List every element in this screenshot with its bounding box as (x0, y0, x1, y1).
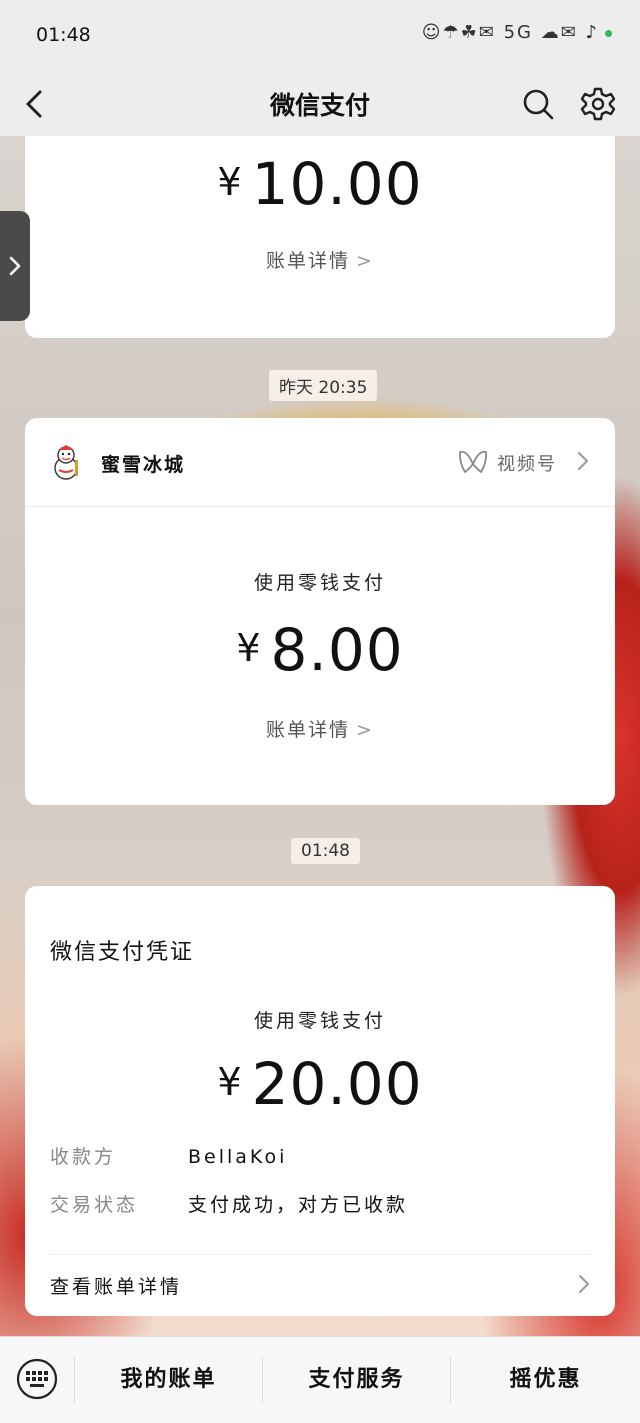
amount-display: ¥8.00 (25, 616, 615, 684)
view-bill-detail-link[interactable]: 查看账单详情 (50, 1272, 182, 1299)
bill-detail-label: 账单详情 (266, 250, 351, 272)
chevron-right-icon: > (356, 250, 374, 272)
payment-card-8[interactable]: 蜜雪冰城 视频号 使用零钱支付 ¥8.00 账单详情 > (25, 418, 615, 805)
chevron-right-icon (9, 256, 21, 276)
nav-bar: 微信支付 (0, 72, 640, 136)
amount-value: 8.00 (270, 616, 404, 684)
payee-row: 收款方 BellaKoi (50, 1142, 287, 1169)
tab-payment-services[interactable]: 支付服务 (263, 1337, 450, 1423)
currency-symbol: ¥ (236, 626, 261, 670)
status-label: 交易状态 (50, 1194, 139, 1216)
chevron-right-icon (579, 1275, 589, 1293)
status-row: 交易状态 支付成功，对方已收款 (50, 1190, 408, 1217)
bill-detail-label: 账单详情 (266, 719, 351, 741)
payee-label: 收款方 (50, 1146, 117, 1168)
notification-dot-icon (605, 29, 612, 37)
payee-value: BellaKoi (188, 1146, 288, 1168)
status-icons: ☺☂☘✉ 5G ☁✉ ♪ (422, 22, 612, 43)
bill-detail-link[interactable]: 账单详情 > (25, 246, 615, 273)
payment-voucher-card[interactable]: 微信支付凭证 使用零钱支付 ¥20.00 收款方 BellaKoi 交易状态 支付成… (25, 886, 615, 1316)
status-bar: 01:48 ☺☂☘✉ 5G ☁✉ ♪ (0, 0, 640, 72)
channels-butterfly-icon (458, 450, 488, 473)
amount-display: ¥20.00 (25, 1050, 615, 1118)
tab-shake-offers[interactable]: 摇优惠 (451, 1337, 640, 1423)
search-icon[interactable] (518, 84, 558, 124)
snowman-logo-icon (54, 445, 78, 480)
bill-detail-link[interactable]: 账单详情 > (25, 715, 615, 742)
amount-value: 20.00 (251, 1050, 423, 1118)
status-time: 01:48 (36, 24, 91, 46)
amount-value: 10.00 (251, 150, 423, 218)
chevron-right-icon (578, 452, 588, 470)
chevron-right-icon: > (356, 719, 374, 741)
bottom-menu-bar: 我的账单 支付服务 摇优惠 (0, 1336, 640, 1423)
settings-gear-icon[interactable] (578, 84, 618, 124)
side-drawer-handle[interactable] (0, 211, 30, 321)
tab-my-bills[interactable]: 我的账单 (75, 1337, 262, 1423)
channel-label: 视频号 (497, 454, 557, 475)
divider (49, 1254, 591, 1255)
voucher-title: 微信支付凭证 (50, 940, 195, 965)
currency-symbol: ¥ (217, 1060, 242, 1104)
timestamp-tag: 01:48 (291, 838, 360, 864)
timestamp-tag: 昨天 20:35 (269, 370, 378, 401)
payment-method: 使用零钱支付 (253, 1010, 386, 1032)
payment-method: 使用零钱支付 (253, 572, 386, 594)
merchant-row[interactable]: 蜜雪冰城 视频号 (25, 418, 615, 507)
status-icon-glyphs: ☺☂☘✉ 5G ☁✉ ♪ (421, 22, 599, 43)
merchant-name: 蜜雪冰城 (101, 454, 186, 476)
keyboard-icon[interactable] (16, 1358, 58, 1400)
currency-symbol: ¥ (217, 160, 242, 204)
status-value: 支付成功，对方已收款 (188, 1194, 409, 1216)
amount-display: ¥10.00 (25, 150, 615, 218)
payment-card-10[interactable]: ¥10.00 账单详情 > (25, 136, 615, 338)
